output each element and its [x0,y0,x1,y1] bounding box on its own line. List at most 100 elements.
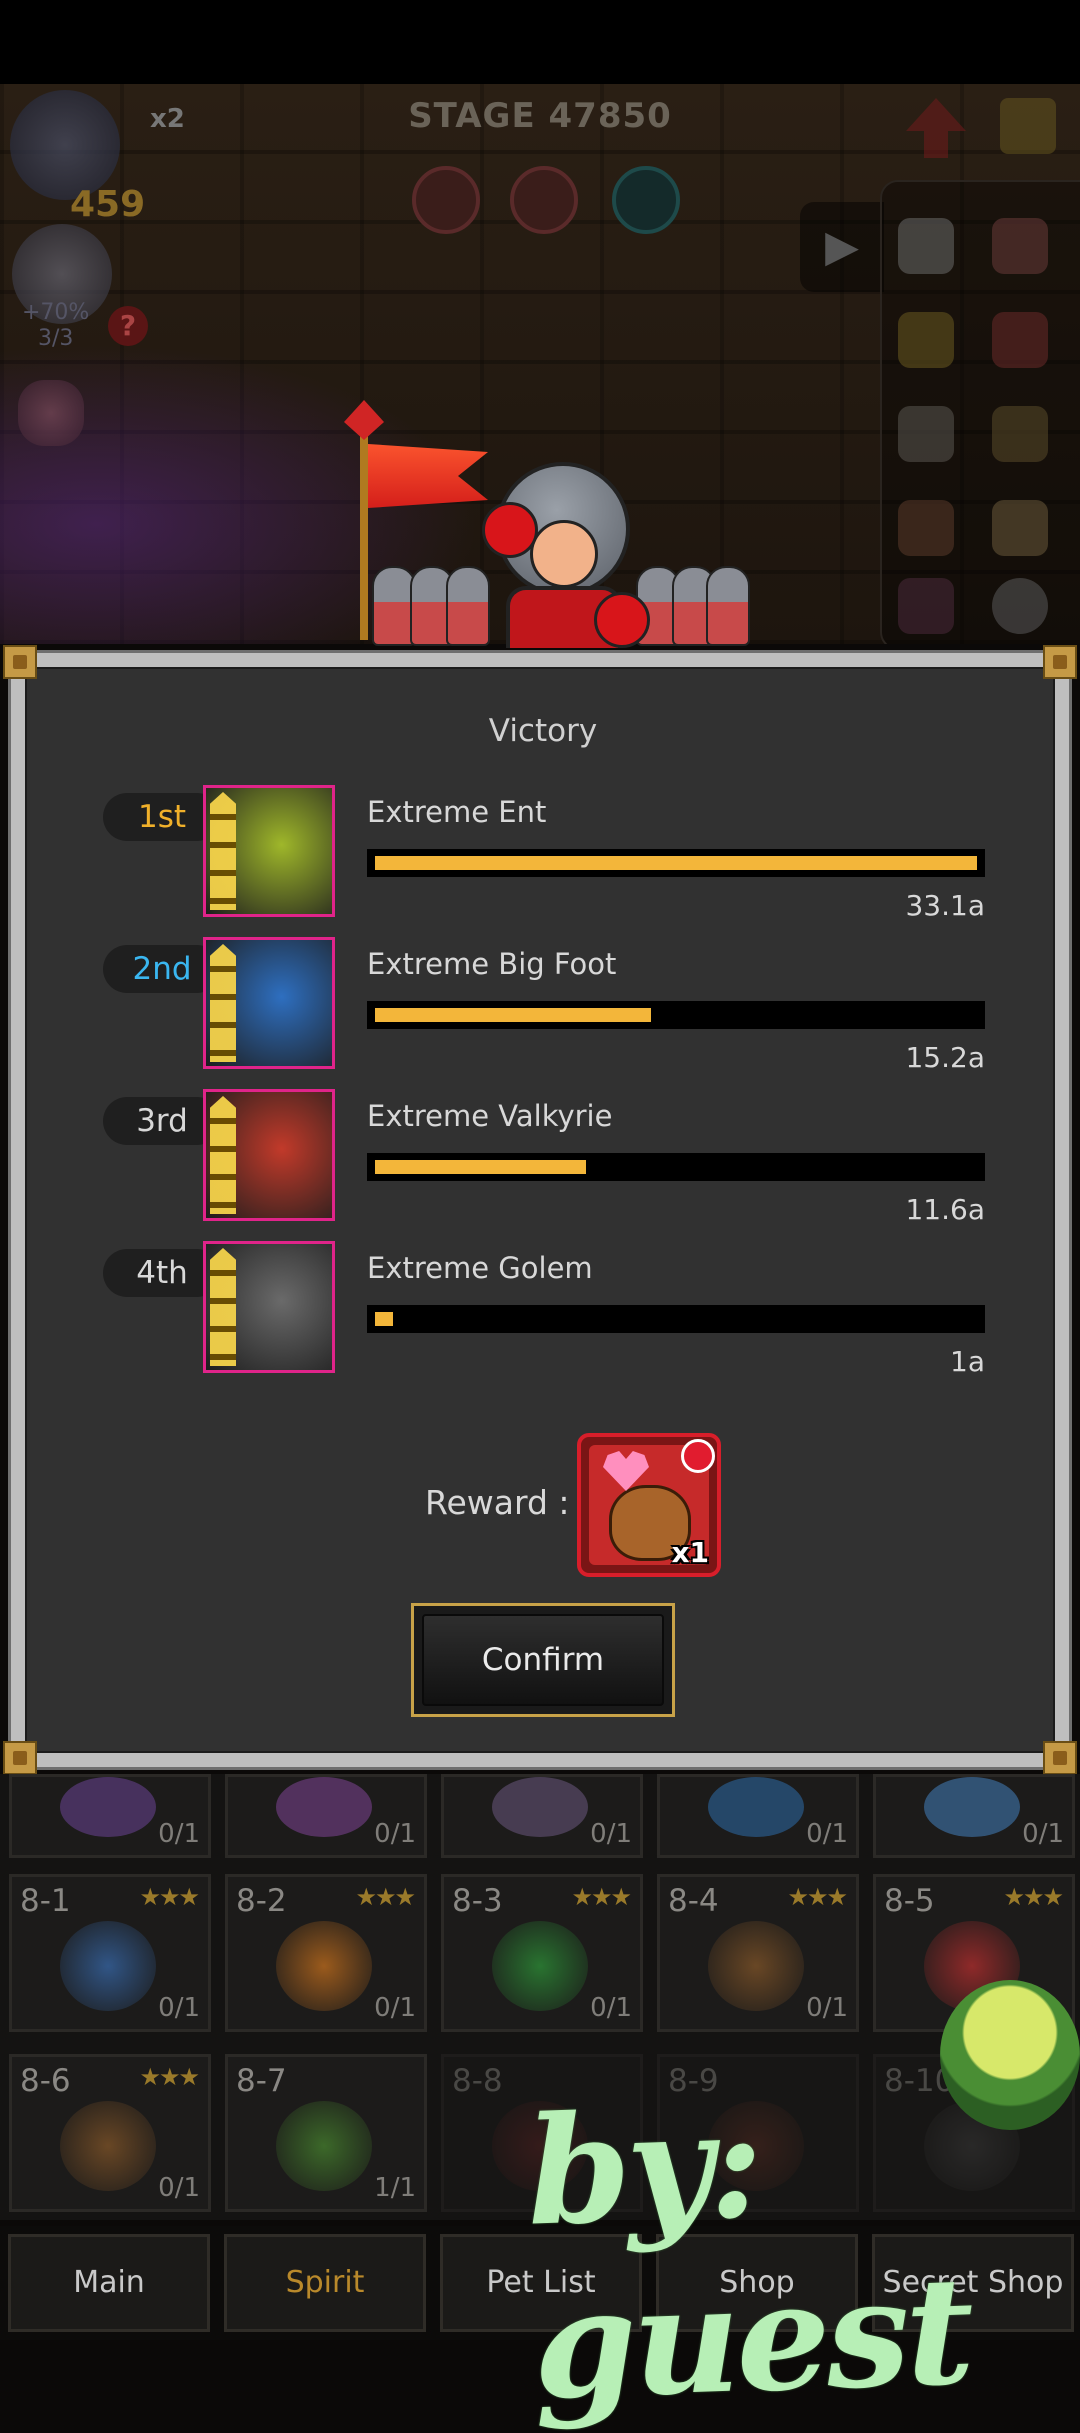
pet-stars: ★★★ [571,1883,632,1911]
hero-buff-info: +70% 3/3 [22,300,89,352]
pet-cell[interactable]: 8-7 1/1 [225,2054,427,2212]
quest-icon[interactable] [898,500,954,556]
boss-name: Extreme Big Foot [367,947,617,981]
map-icon[interactable] [992,500,1048,556]
pet-cell[interactable]: 8-6 ★★★ 0/1 [9,2054,211,2212]
pet-count: 0/1 [590,1993,632,2023]
damage-value: 11.6a [905,1193,985,1226]
hero-percent: +70% [22,300,90,325]
star-rank-icon [210,1096,236,1214]
skill-icon[interactable] [612,166,680,234]
help-icon[interactable]: ? [108,306,148,346]
boss-portrait-thumbnail[interactable] [203,785,335,917]
pet-icon [276,1777,372,1837]
skill-icon[interactable] [510,166,578,234]
pet-icon [60,2101,156,2191]
fairy-icon[interactable] [18,380,84,446]
dialog-title: Victory [488,713,598,749]
nav-main-button[interactable]: Main [8,2234,210,2332]
pet-stars: ★★★ [1003,1883,1064,1911]
dialog-corner [1043,645,1077,679]
damage-bar-fill [375,856,977,870]
pet-icon [708,1921,804,2011]
pet-id: 8-1 [20,1883,71,1919]
pet-cell[interactable]: 8-3 ★★★ 0/1 [441,1874,643,2032]
pet-icon [708,1777,804,1837]
pet-count: 0/1 [158,1993,200,2023]
pet-cell[interactable]: 0/1 [441,1774,643,1858]
pet-cell[interactable]: 0/1 [873,1774,1075,1858]
alert-icon[interactable] [992,218,1048,274]
pet-cell[interactable]: 8-1 ★★★ 0/1 [9,1874,211,2032]
damage-bar [367,1153,985,1181]
play-icon[interactable]: ▶ [800,202,884,292]
pet-id: 8-6 [20,2063,71,2099]
pet-cell[interactable]: 8-4 ★★★ 0/1 [657,1874,859,2032]
trophy-icon[interactable] [1000,98,1056,154]
pet-count: 0/1 [158,1819,200,1849]
skill-icon[interactable] [412,166,480,234]
victory-dialog: Victory 1st Extreme Ent 33.1a 2nd Extreme Bi… [3,645,1077,1775]
pet-icon [492,1921,588,2011]
star-rank-icon [210,1248,236,1366]
confirm-label: Confirm [422,1614,664,1706]
pet-count: 0/1 [374,1819,416,1849]
pet-icon [492,1777,588,1837]
podium-icon[interactable] [992,406,1048,462]
damage-bar [367,849,985,877]
pet-count: 0/1 [806,1993,848,2023]
pet-cell[interactable]: 0/1 [657,1774,859,1858]
knight-fist [482,502,538,558]
damage-bar [367,1305,985,1333]
nav-spirit-button[interactable]: Spirit [224,2234,426,2332]
ranking-row: 3rd Extreme Valkyrie 11.6a [11,1089,1075,1229]
pet-stars: ★★★ [787,1883,848,1911]
boss-portrait-thumbnail[interactable] [203,1089,335,1221]
pet-id: 8-2 [236,1883,287,1919]
boss-name: Extreme Valkyrie [367,1099,613,1133]
pet-count: 0/1 [806,1819,848,1849]
pet-count: 0/1 [590,1819,632,1849]
damage-value: 33.1a [905,889,985,922]
pet-stars: ★★★ [355,1883,416,1911]
star-rank-icon [210,944,236,1062]
reward-item[interactable]: x1 [577,1433,721,1577]
status-bar [0,0,1080,84]
pet-count: 1/1 [374,2173,416,2203]
pet-id: 8-4 [668,1883,719,1919]
pet-id: 8-5 [884,1883,935,1919]
flag-pole [360,410,368,640]
boss-name: Extreme Ent [367,795,547,829]
chat-icon[interactable] [898,312,954,368]
reward-quantity: x1 [671,1536,709,1569]
watermark-text: by: guest [524,2076,973,2433]
pet-icon [60,1777,156,1837]
dialog-corner [3,645,37,679]
dialog-corner [3,1741,37,1775]
pet-cell[interactable]: 0/1 [225,1774,427,1858]
ranking-row: 2nd Extreme Big Foot 15.2a [11,937,1075,1077]
pet-cell[interactable]: 8-2 ★★★ 0/1 [225,1874,427,2032]
pet-cell[interactable]: 0/1 [9,1774,211,1858]
pet-icon [924,1777,1020,1837]
angel-icon[interactable] [898,218,954,274]
pet-count: 0/1 [158,2173,200,2203]
pet-count: 0/1 [374,1993,416,2023]
ranking-row: 4th Extreme Golem 1a [11,1241,1075,1381]
damage-bar-fill [375,1008,652,1022]
confirm-button[interactable]: Confirm [411,1603,675,1717]
boss-name: Extreme Golem [367,1251,593,1285]
book-icon[interactable] [898,578,954,634]
event-icon[interactable] [992,312,1048,368]
pet-stars: ★★★ [139,1883,200,1911]
damage-bar-fill [375,1160,586,1174]
pet-icon [60,1921,156,2011]
gear-icon[interactable] [992,578,1048,634]
pet-icon [276,1921,372,2011]
pet-stars: ★★★ [139,2063,200,2091]
soldier-sprite [446,566,490,646]
boss-portrait-thumbnail[interactable] [203,937,335,1069]
bank-icon[interactable] [898,406,954,462]
boss-portrait-thumbnail[interactable] [203,1241,335,1373]
reward-label: Reward : [425,1483,570,1522]
